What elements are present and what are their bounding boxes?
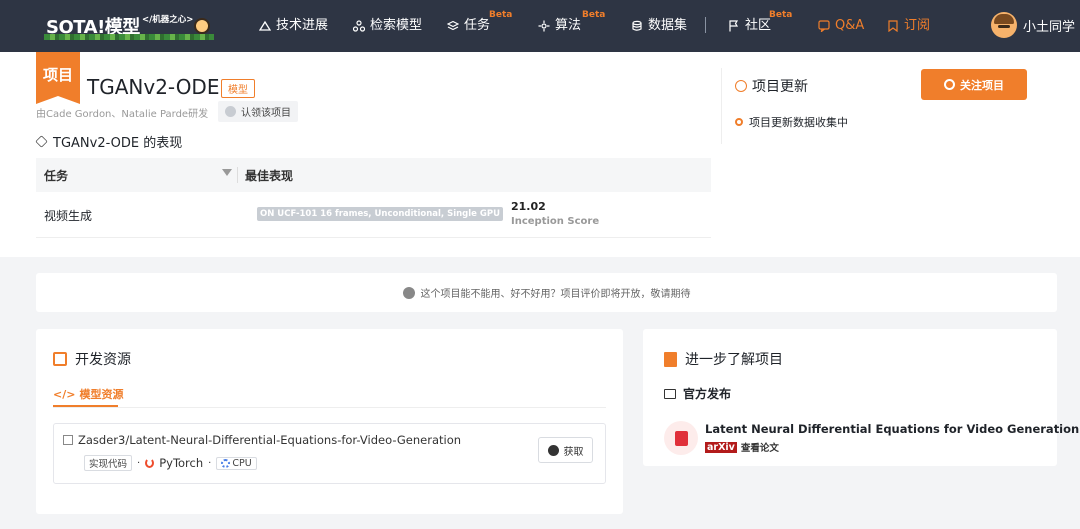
qa-icon bbox=[817, 20, 830, 33]
algorithm-icon bbox=[537, 20, 550, 33]
nav-tasks-beta-badge: Beta bbox=[489, 10, 513, 20]
project-title: TGANv2-ODE bbox=[87, 75, 220, 99]
updates-title: 项目更新 bbox=[735, 76, 808, 96]
nav-datasets[interactable]: 数据集 bbox=[630, 17, 687, 35]
repo-tags: 实现代码 · PyTorch · CPU bbox=[84, 455, 257, 471]
avatar bbox=[991, 12, 1017, 38]
claim-project-button[interactable]: 认领该项目 bbox=[218, 101, 298, 122]
book-icon bbox=[664, 351, 677, 367]
paper-icon bbox=[664, 421, 698, 455]
repo-link[interactable]: Zasder3/Latent-Neural-Differential-Equat… bbox=[63, 433, 461, 447]
arxiv-logo: arXiv bbox=[705, 441, 737, 453]
row-task[interactable]: 视频生成 bbox=[44, 207, 92, 224]
table-row: 视频生成 ON UCF-101 16 frames, Unconditional… bbox=[36, 192, 711, 238]
paper-title[interactable]: Latent Neural Differential Equations for… bbox=[705, 422, 1079, 436]
learn-more-card: 进一步了解项目 官方发布 Latent Neural Differential … bbox=[643, 329, 1079, 466]
user-icon bbox=[225, 106, 236, 117]
evaluation-notice: 这个项目能不能用、好不好用？项目评价即将开放，敬请期待 bbox=[36, 273, 1057, 312]
score-metric: Inception Score bbox=[511, 216, 600, 227]
update-item: 项目更新数据收集中 bbox=[735, 114, 848, 130]
nav-subscribe[interactable]: 订阅 bbox=[886, 17, 930, 35]
nav-tasks[interactable]: 任务 bbox=[446, 17, 490, 35]
logo[interactable]: SOTA!模型 </机器之心> bbox=[44, 10, 216, 40]
get-code-button[interactable]: 获取 bbox=[538, 437, 593, 463]
logo-subtext: </机器之心> bbox=[142, 15, 194, 25]
nav-search-models[interactable]: 检索模型 bbox=[352, 17, 422, 35]
table-header: 任务 最佳表现 bbox=[36, 158, 711, 192]
project-authors: 由Cade Gordon、Natalie Parde研发 bbox=[36, 109, 209, 120]
project-ribbon: 项目 bbox=[36, 52, 80, 104]
logo-decoration bbox=[44, 34, 214, 40]
nav-tech-progress[interactable]: 技术进展 bbox=[258, 17, 328, 35]
layers-icon bbox=[446, 20, 459, 33]
target-icon bbox=[944, 79, 955, 90]
github-icon bbox=[547, 444, 559, 456]
view-paper-link[interactable]: 查看论文 bbox=[741, 440, 779, 454]
dev-resources-card: 开发资源 </> 模型资源 Zasder3/Latent-Neural-Diff… bbox=[36, 329, 623, 514]
cube-icon bbox=[35, 135, 48, 148]
code-box-icon bbox=[53, 352, 67, 366]
nav-community-beta-badge: Beta bbox=[769, 10, 793, 20]
repo-icon bbox=[63, 435, 73, 445]
cpu-icon bbox=[221, 458, 231, 468]
tab-model-resources[interactable]: </> 模型资源 bbox=[53, 386, 123, 402]
official-release-heading: 官方发布 bbox=[664, 385, 731, 402]
monitor-icon bbox=[664, 388, 676, 399]
nav-algorithms-beta-badge: Beta bbox=[582, 10, 606, 20]
user-menu[interactable]: 小土同学 bbox=[991, 12, 1075, 38]
dev-resources-title: 开发资源 bbox=[53, 349, 131, 369]
database-icon bbox=[630, 20, 643, 33]
device-tag: CPU bbox=[216, 456, 257, 470]
nav-community[interactable]: 社区 bbox=[727, 17, 771, 35]
learn-more-title: 进一步了解项目 bbox=[664, 349, 783, 369]
nodes-icon bbox=[352, 20, 365, 33]
bookmark-icon bbox=[886, 20, 899, 33]
column-header-best: 最佳表现 bbox=[245, 168, 294, 183]
repo-item: Zasder3/Latent-Neural-Differential-Equat… bbox=[53, 423, 606, 484]
performance-table: 任务 最佳表现 视频生成 ON UCF-101 16 frames, Uncon… bbox=[36, 158, 711, 238]
pytorch-icon bbox=[145, 458, 155, 468]
column-divider bbox=[237, 167, 238, 183]
code-tag: 实现代码 bbox=[84, 455, 133, 471]
framework-label: PyTorch bbox=[159, 456, 204, 470]
project-header: 项目 TGANv2-ODE 模型 由Cade Gordon、Natalie Pa… bbox=[0, 52, 1080, 257]
project-type-tag: 模型 bbox=[221, 79, 255, 98]
nav-algorithms[interactable]: 算法 bbox=[537, 17, 581, 35]
benchmark-badge[interactable]: ON UCF-101 16 frames, Unconditional, Sin… bbox=[257, 207, 504, 221]
tab-divider bbox=[53, 407, 606, 408]
flag-icon bbox=[727, 20, 740, 33]
top-nav: SOTA!模型 </机器之心> 技术进展 检索模型 任务 Beta 算法 Bet… bbox=[0, 0, 1080, 52]
filter-icon[interactable] bbox=[222, 169, 232, 176]
column-header-task: 任务 bbox=[44, 168, 69, 183]
score-value: 21.02 bbox=[511, 200, 546, 213]
speech-bubble-icon bbox=[735, 80, 747, 92]
code-icon: </> bbox=[53, 387, 76, 401]
vertical-divider bbox=[721, 68, 722, 144]
paper-meta: arXiv 查看论文 bbox=[705, 440, 779, 454]
logo-mascot-icon bbox=[194, 18, 210, 34]
user-name: 小土同学 bbox=[1023, 19, 1076, 35]
follow-project-button[interactable]: 关注项目 bbox=[921, 69, 1027, 100]
performance-title: TGANv2-ODE 的表现 bbox=[35, 132, 182, 151]
chat-icon bbox=[402, 286, 415, 299]
trend-icon bbox=[258, 20, 271, 33]
nav-divider bbox=[705, 17, 706, 33]
nav-qa[interactable]: Q&A bbox=[817, 17, 864, 35]
bullet-icon bbox=[735, 118, 743, 126]
